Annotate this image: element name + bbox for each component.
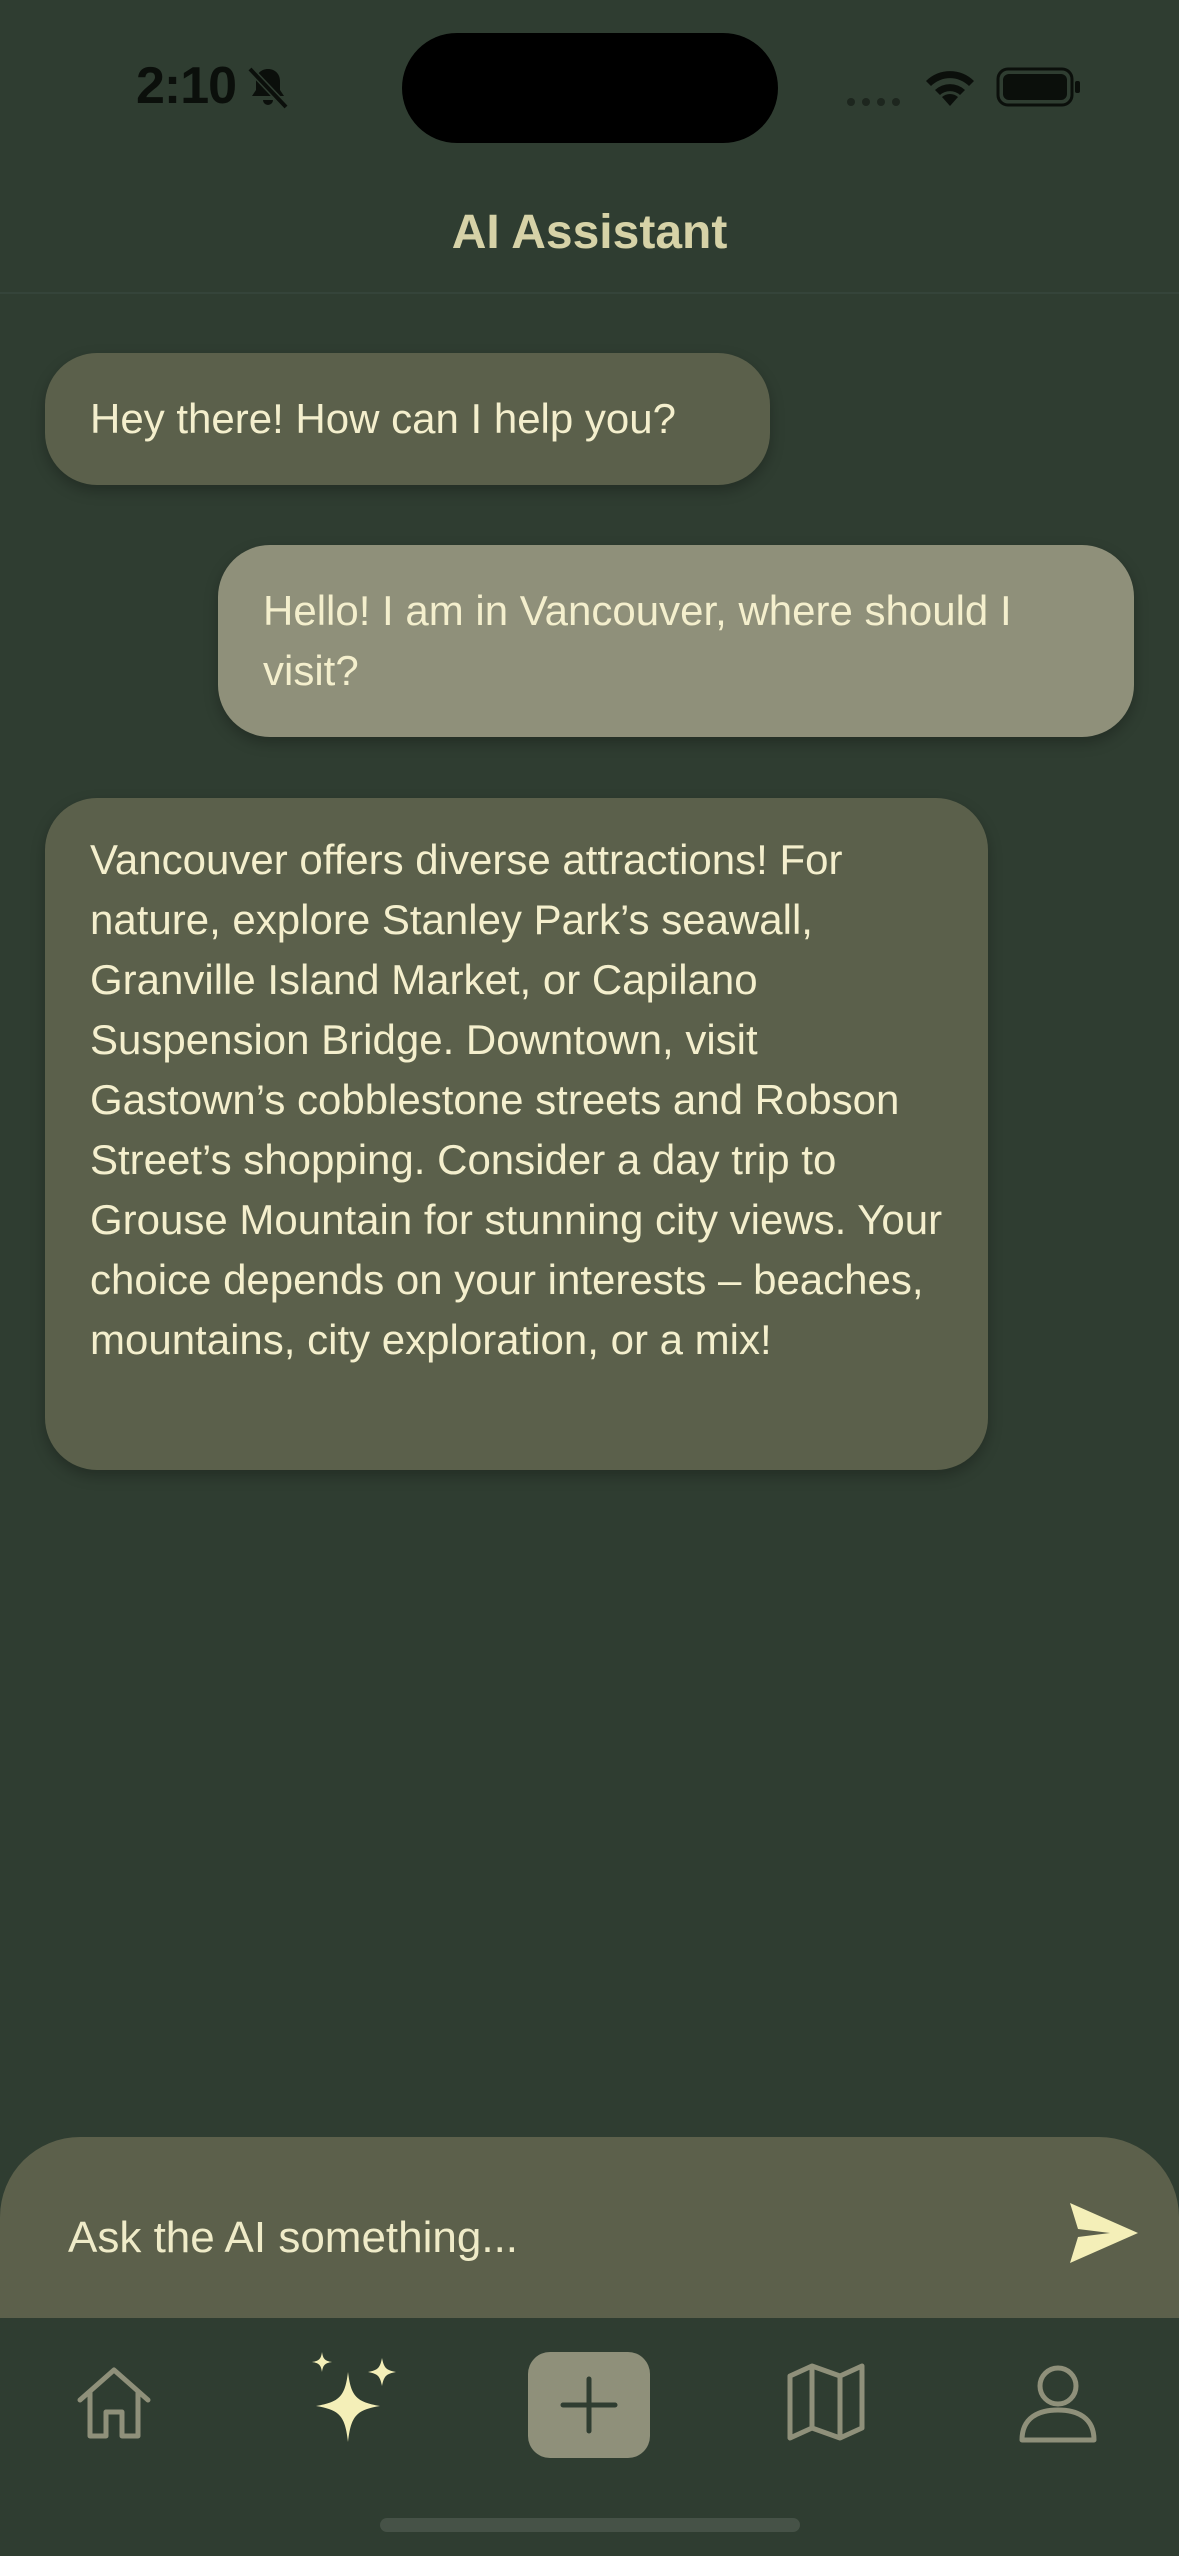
tab-map[interactable] bbox=[760, 2348, 890, 2478]
user-message-bubble: Hello! I am in Vancouver, where should I… bbox=[218, 545, 1134, 737]
message-text: Hey there! How can I help you? bbox=[90, 395, 676, 442]
tab-profile[interactable] bbox=[994, 2348, 1124, 2478]
assistant-message-bubble: Hey there! How can I help you? bbox=[45, 353, 770, 485]
message-input[interactable] bbox=[66, 2197, 1030, 2279]
page-title: AI Assistant bbox=[451, 206, 728, 259]
home-indicator bbox=[380, 2518, 800, 2532]
map-icon bbox=[787, 2363, 865, 2441]
bell-slash-icon bbox=[247, 66, 289, 110]
person-icon bbox=[1019, 2365, 1097, 2443]
sparkles-icon bbox=[312, 2352, 396, 2442]
message-text: Vancouver offers diverse attractions! Fo… bbox=[90, 836, 943, 1363]
cellular-signal-icon bbox=[847, 98, 900, 106]
wifi-icon bbox=[926, 71, 974, 106]
plus-icon bbox=[560, 2376, 618, 2434]
message-text: Hello! I am in Vancouver, where should I… bbox=[263, 587, 1012, 694]
paper-plane-send-icon[interactable] bbox=[1066, 2199, 1142, 2267]
message-composer bbox=[0, 2137, 1179, 2337]
tab-ai-assistant[interactable] bbox=[286, 2348, 416, 2478]
status-time: 2:10 bbox=[136, 57, 237, 115]
tab-add[interactable] bbox=[528, 2352, 650, 2458]
tab-home[interactable] bbox=[52, 2348, 182, 2478]
status-bar: 2:10 bbox=[0, 0, 1179, 175]
dynamic-island bbox=[402, 33, 778, 143]
header-divider bbox=[0, 292, 1179, 294]
assistant-message-bubble: Vancouver offers diverse attractions! Fo… bbox=[45, 798, 988, 1470]
house-icon bbox=[77, 2367, 151, 2439]
battery-icon bbox=[996, 67, 1080, 107]
